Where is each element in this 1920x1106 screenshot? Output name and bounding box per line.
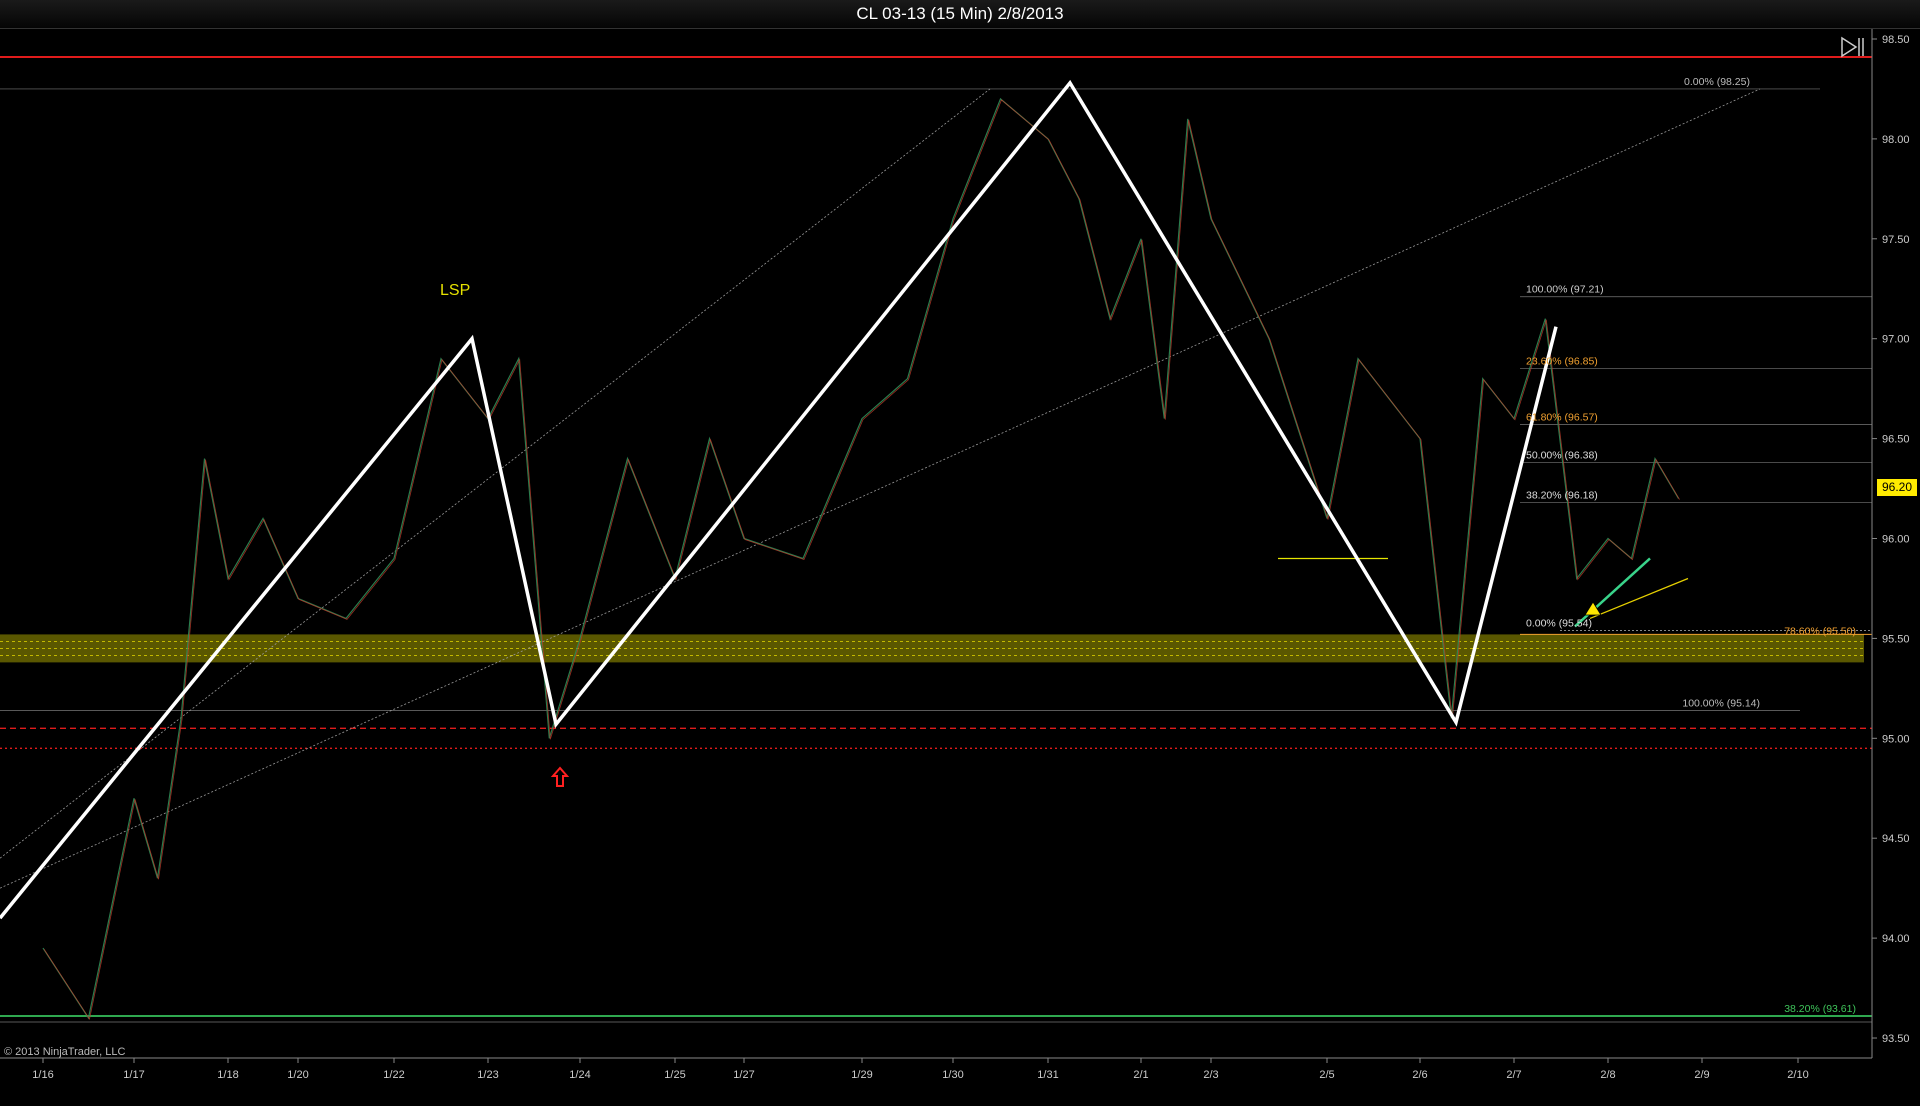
y-tick-label: 95.00 bbox=[1882, 733, 1910, 745]
fib-label: 23.60% (96.85) bbox=[1526, 356, 1598, 368]
x-tick-label: 1/18 bbox=[217, 1069, 238, 1081]
x-tick-label: 1/29 bbox=[851, 1069, 872, 1081]
x-tick-label: 1/20 bbox=[287, 1069, 308, 1081]
fib-label: 78.60% (95.50) bbox=[1784, 625, 1856, 637]
x-tick-label: 2/7 bbox=[1506, 1069, 1521, 1081]
trendline bbox=[0, 88, 1761, 889]
y-tick-label: 94.00 bbox=[1882, 933, 1910, 945]
fib-label: 0.00% (98.25) bbox=[1684, 76, 1750, 88]
y-tick-label: 95.50 bbox=[1882, 633, 1910, 645]
price-series-line bbox=[42, 97, 1680, 1020]
fib-labels-layer: 0.00% (98.25) 100.00% (97.21) 23.60% (96.8… bbox=[1526, 76, 1856, 1015]
y-tick-label: 94.50 bbox=[1882, 833, 1910, 845]
last-price-badge: 96.20 bbox=[1877, 479, 1917, 496]
y-tick-label: 97.00 bbox=[1882, 334, 1910, 346]
fib-label: 38.20% (93.61) bbox=[1784, 1003, 1856, 1015]
zigzag-layer bbox=[0, 79, 1558, 920]
y-tick-label: 98.00 bbox=[1882, 134, 1910, 146]
axes-layer: 98.50 98.00 97.50 97.00 96.50 96.00 95.50 95.00… bbox=[0, 29, 1910, 1081]
fib-label: 100.00% (97.21) bbox=[1526, 284, 1604, 296]
x-tick-label: 1/22 bbox=[383, 1069, 404, 1081]
price-chart[interactable]: 0.00% (98.25) 100.00% (97.21) 23.60% (96.8… bbox=[0, 0, 1920, 1106]
horizontal-levels-layer bbox=[0, 55, 1872, 1023]
y-tick-label: 97.50 bbox=[1882, 234, 1910, 246]
support-zone-layer bbox=[0, 634, 1864, 663]
trendline bbox=[0, 88, 991, 859]
x-tick-label: 1/31 bbox=[1037, 1069, 1058, 1081]
price-series-shadow bbox=[43, 99, 1680, 1021]
x-tick-label: 2/1 bbox=[1133, 1069, 1148, 1081]
x-tick-label: 2/8 bbox=[1600, 1069, 1615, 1081]
chart-window: CL 03-13 (15 Min) 2/8/2013 0.00% (98.25)… bbox=[0, 0, 1920, 1106]
y-tick-label: 98.50 bbox=[1882, 34, 1910, 46]
scroll-end-icon[interactable] bbox=[1840, 36, 1866, 58]
x-tick-label: 1/25 bbox=[664, 1069, 685, 1081]
x-tick-label: 2/5 bbox=[1319, 1069, 1334, 1081]
y-tick-label: 93.50 bbox=[1882, 1033, 1910, 1045]
x-tick-label: 1/30 bbox=[942, 1069, 963, 1081]
y-tick-label: 96.00 bbox=[1882, 534, 1910, 546]
lsp-label: LSP bbox=[440, 282, 470, 299]
fib-label: 50.00% (96.38) bbox=[1526, 450, 1598, 462]
fib-label: 38.20% (96.18) bbox=[1526, 490, 1598, 502]
fib-label: 61.80% (96.57) bbox=[1526, 412, 1598, 424]
x-tick-label: 1/27 bbox=[733, 1069, 754, 1081]
fib-label: 0.00% (95.54) bbox=[1526, 617, 1592, 629]
x-tick-label: 2/9 bbox=[1694, 1069, 1709, 1081]
x-tick-label: 2/10 bbox=[1787, 1069, 1808, 1081]
x-tick-label: 2/6 bbox=[1412, 1069, 1427, 1081]
red-up-arrow-icon bbox=[550, 766, 570, 787]
x-tick-label: 1/23 bbox=[477, 1069, 498, 1081]
fib-label: 100.00% (95.14) bbox=[1682, 697, 1760, 709]
zigzag-line bbox=[0, 79, 1558, 920]
x-tick-label: 2/3 bbox=[1203, 1069, 1218, 1081]
x-tick-label: 1/16 bbox=[32, 1069, 53, 1081]
x-tick-label: 1/24 bbox=[569, 1069, 590, 1081]
y-tick-label: 96.50 bbox=[1882, 434, 1910, 446]
copyright-text: © 2013 NinjaTrader, LLC bbox=[4, 1046, 126, 1058]
price-path-layer bbox=[42, 97, 1680, 1021]
x-tick-label: 1/17 bbox=[123, 1069, 144, 1081]
